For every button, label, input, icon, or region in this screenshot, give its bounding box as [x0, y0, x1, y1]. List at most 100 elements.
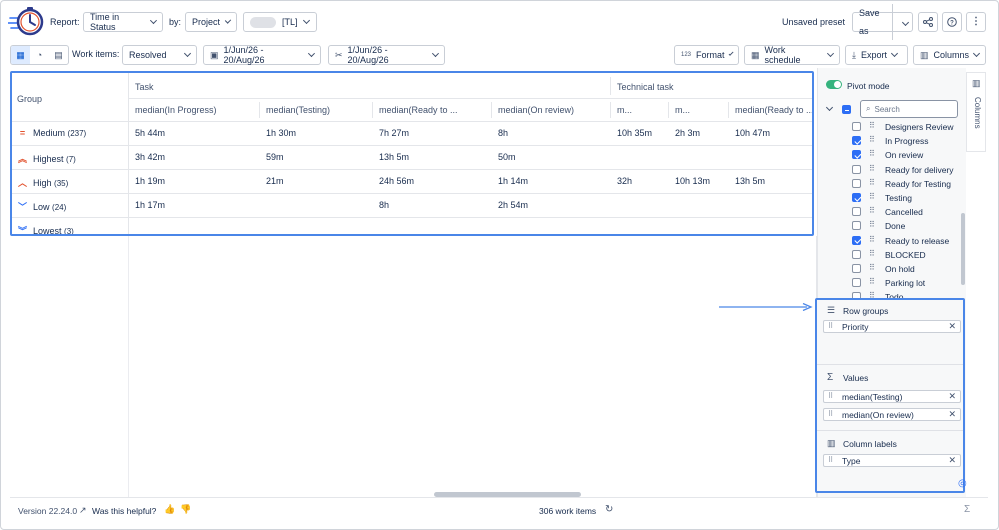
row-group-cell[interactable]: ︾ Lowest (3): [17, 224, 74, 234]
grid-view-icon[interactable]: ▦: [11, 46, 30, 64]
drag-handle-icon[interactable]: ⠿: [869, 235, 875, 244]
columns-button[interactable]: ▥ Columns: [913, 45, 986, 65]
status-checkbox[interactable]: [852, 193, 861, 202]
thumbs-up-icon[interactable]: 👍: [164, 504, 175, 515]
value-pill[interactable]: ⠿ median(On review) ✕: [823, 408, 961, 421]
details-view-icon[interactable]: ▤: [49, 46, 68, 64]
column-header[interactable]: median(Testing): [266, 105, 366, 115]
status-list-item[interactable]: ⠿ Cancelled: [818, 206, 958, 219]
group-column-header[interactable]: Group: [17, 94, 42, 104]
share-button[interactable]: [918, 12, 938, 32]
table-cell[interactable]: 24h 56m: [379, 176, 414, 186]
table-cell[interactable]: 13h 5m: [379, 152, 409, 162]
table-cell[interactable]: 8h: [379, 200, 389, 210]
feedback-chat-icon[interactable]: ◎: [958, 478, 967, 489]
chart-view-icon[interactable]: ◔: [30, 46, 49, 64]
row-group-cell[interactable]: = Medium (237): [17, 128, 86, 138]
drag-handle-icon[interactable]: ⠿: [869, 206, 875, 215]
status-checkbox[interactable]: [852, 164, 861, 174]
status-list-item[interactable]: ⠿ Parking lot: [818, 277, 958, 290]
table-cell[interactable]: 32h: [617, 176, 632, 186]
status-checkbox[interactable]: [852, 122, 861, 131]
close-icon[interactable]: ✕: [948, 455, 956, 466]
status-list-item[interactable]: ⠿ Ready for delivery: [818, 164, 958, 177]
drag-handle-icon[interactable]: ⠿: [869, 164, 875, 173]
column-header[interactable]: median(On review): [498, 105, 606, 115]
project-dropdown[interactable]: [TL]: [243, 12, 317, 32]
status-checkbox[interactable]: [852, 278, 861, 288]
status-list-item[interactable]: ⠿ On review: [818, 149, 958, 162]
drag-handle-icon[interactable]: ⠿: [869, 220, 875, 229]
work-schedule-button[interactable]: ▦ Work schedule: [744, 45, 840, 65]
status-list-item[interactable]: ⠿ Ready to release: [818, 235, 958, 248]
columns-side-tab[interactable]: ▥ Columns: [966, 72, 986, 152]
report-dropdown[interactable]: Time in Status: [83, 12, 163, 32]
drag-handle-icon[interactable]: ⠿: [869, 263, 875, 272]
table-cell[interactable]: 5h 44m: [135, 128, 165, 138]
drag-handle-icon[interactable]: ⠿: [869, 121, 875, 130]
drag-handle-icon[interactable]: ⠿: [869, 149, 875, 158]
thumbs-down-icon[interactable]: 👎: [180, 504, 191, 515]
table-cell[interactable]: 8h: [498, 128, 508, 138]
table-cell[interactable]: 2h 3m: [675, 128, 700, 138]
by-dropdown[interactable]: Project: [185, 12, 237, 32]
status-checkbox[interactable]: [852, 264, 861, 273]
column-header[interactable]: median(In Progress): [135, 105, 253, 115]
status-checkbox[interactable]: [852, 150, 861, 160]
table-cell[interactable]: 2h 54m: [498, 200, 528, 210]
drag-handle-icon[interactable]: ⠿: [828, 410, 833, 418]
row-group-pill[interactable]: ⠿ Priority ✕: [823, 320, 961, 333]
row-group-cell[interactable]: ﹀ Low (24): [17, 200, 66, 213]
status-list-item[interactable]: ⠿ Testing: [818, 192, 958, 205]
status-list-item[interactable]: ⠿ Designers Review: [818, 121, 958, 134]
column-header[interactable]: m...: [617, 105, 665, 115]
refresh-icon[interactable]: ↻: [605, 504, 613, 515]
table-cell[interactable]: 1h 14m: [498, 176, 528, 186]
work-items-dropdown[interactable]: Resolved: [122, 45, 197, 65]
close-icon[interactable]: ✕: [948, 409, 956, 420]
status-list-item[interactable]: ⠿ Done: [818, 220, 958, 233]
column-header[interactable]: median(Ready to ...: [379, 105, 487, 115]
date-range-picker[interactable]: ▣ 1/Jun/26 - 20/Aug/26: [203, 45, 321, 65]
save-as-menu-button[interactable]: [899, 17, 912, 27]
status-checkbox[interactable]: [852, 249, 861, 259]
row-group-cell[interactable]: ︿ High (35): [17, 176, 68, 189]
drag-handle-icon[interactable]: ⠿: [828, 322, 833, 330]
table-cell[interactable]: 10h 35m: [617, 128, 652, 138]
resolved-date-picker[interactable]: ✂ 1/Jun/26 - 20/Aug/26: [328, 45, 445, 65]
status-checkbox[interactable]: [852, 136, 861, 146]
drag-handle-icon[interactable]: ⠿: [869, 291, 875, 298]
row-group-cell[interactable]: ︽ Highest (7): [17, 152, 76, 165]
status-checkbox[interactable]: [852, 207, 861, 217]
status-checkbox[interactable]: [852, 235, 861, 245]
format-button[interactable]: 123 Format: [674, 45, 739, 65]
drag-handle-icon[interactable]: ⠿: [828, 456, 833, 464]
drag-handle-icon[interactable]: ⠿: [869, 277, 875, 286]
close-icon[interactable]: ✕: [948, 321, 956, 332]
table-cell[interactable]: 7h 27m: [379, 128, 409, 138]
value-pill[interactable]: ⠿ median(Testing) ✕: [823, 390, 961, 403]
table-cell[interactable]: 10h 47m: [735, 128, 770, 138]
table-cell[interactable]: 13h 5m: [735, 176, 765, 186]
status-checkbox[interactable]: [852, 221, 861, 231]
status-list-item[interactable]: ⠿ On hold: [818, 263, 958, 276]
help-button[interactable]: ?: [942, 12, 962, 32]
table-cell[interactable]: 21m: [266, 176, 284, 186]
table-cell[interactable]: 10h 13m: [675, 176, 710, 186]
export-button[interactable]: ⤓ Export: [845, 45, 908, 65]
status-list-item[interactable]: ⠿ BLOCKED: [818, 249, 958, 262]
drag-handle-icon[interactable]: ⠿: [869, 178, 875, 187]
status-list-item[interactable]: ⠿ Ready for Testing: [818, 178, 958, 191]
drag-handle-icon[interactable]: ⠿: [869, 135, 875, 144]
status-checkbox[interactable]: [852, 178, 861, 188]
column-header[interactable]: m...: [675, 105, 723, 115]
panel-scrollbar[interactable]: [961, 213, 965, 285]
column-label-pill[interactable]: ⠿ Type ✕: [823, 454, 961, 467]
column-header[interactable]: median(Ready to ...: [735, 105, 812, 115]
table-cell[interactable]: 1h 17m: [135, 200, 165, 210]
table-cell[interactable]: 1h 19m: [135, 176, 165, 186]
table-cell[interactable]: 1h 30m: [266, 128, 296, 138]
status-list-item[interactable]: ⠿ In Progress: [818, 135, 958, 148]
table-cell[interactable]: 59m: [266, 152, 284, 162]
save-as-button[interactable]: Save as: [853, 4, 893, 40]
